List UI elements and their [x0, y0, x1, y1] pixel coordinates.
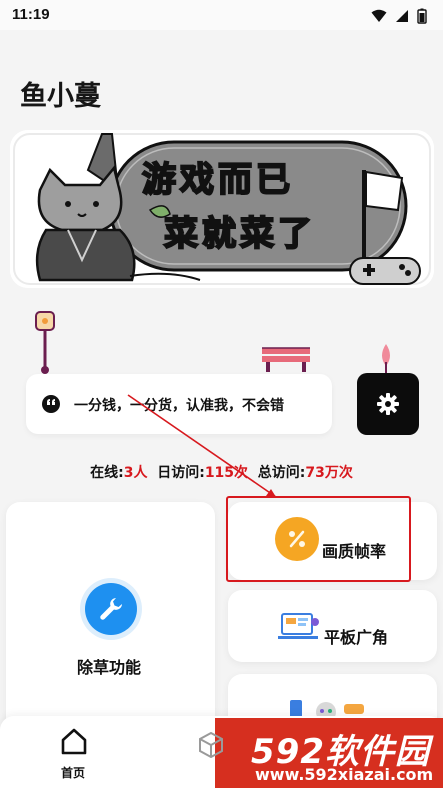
home-icon	[61, 728, 87, 755]
tablet-wide-card[interactable]: 平板广角	[228, 590, 437, 662]
site-watermark: 592软件园 www.592xiazai.com	[199, 718, 443, 788]
cube-logo-icon	[199, 732, 223, 758]
daily-value: 115次	[204, 465, 249, 481]
wrench-icon-circle	[80, 578, 142, 640]
weeding-card[interactable]: 除草功能	[6, 502, 215, 732]
app-title: 鱼小蔓	[20, 81, 101, 112]
banner-text-line1: 游戏而已	[141, 159, 294, 201]
tablet-illustration-icon	[278, 613, 319, 639]
tablet-wide-label: 平板广角	[324, 628, 389, 647]
status-bar: 11:19	[0, 0, 443, 30]
quote-bubble-icon	[42, 395, 60, 413]
notice-text: 一分钱，一分货，认准我，不会错	[74, 398, 284, 414]
watermark-url: www.592xiazai.com	[255, 765, 434, 784]
weeding-label: 除草功能	[77, 658, 142, 677]
nav-home-label: 首页	[61, 766, 86, 780]
park-decoration	[35, 311, 390, 374]
gear-icon	[377, 393, 399, 415]
banner-image[interactable]: 游戏而已 菜就菜了	[10, 130, 434, 288]
daily-label: 日访问:	[157, 465, 205, 481]
status-time: 11:19	[12, 6, 50, 23]
online-label: 在线:	[90, 465, 124, 481]
total-value: 73万次	[305, 465, 353, 481]
notice-card: 一分钱，一分货，认准我，不会错	[26, 374, 332, 434]
wrench-icon	[100, 598, 122, 620]
wifi-icon	[371, 9, 387, 22]
status-icons	[371, 8, 427, 24]
signal-icon	[396, 10, 408, 22]
nav-home[interactable]: 首页	[40, 716, 110, 788]
settings-button[interactable]	[357, 373, 419, 435]
visit-stats: 在线:3人 日访问:115次 总访问:73万次	[0, 462, 443, 482]
battery-icon	[417, 8, 427, 24]
banner-text-line2: 菜就菜了	[163, 213, 316, 255]
online-value: 3人	[123, 465, 148, 481]
highlight-box	[226, 496, 411, 582]
total-label: 总访问:	[257, 465, 306, 481]
